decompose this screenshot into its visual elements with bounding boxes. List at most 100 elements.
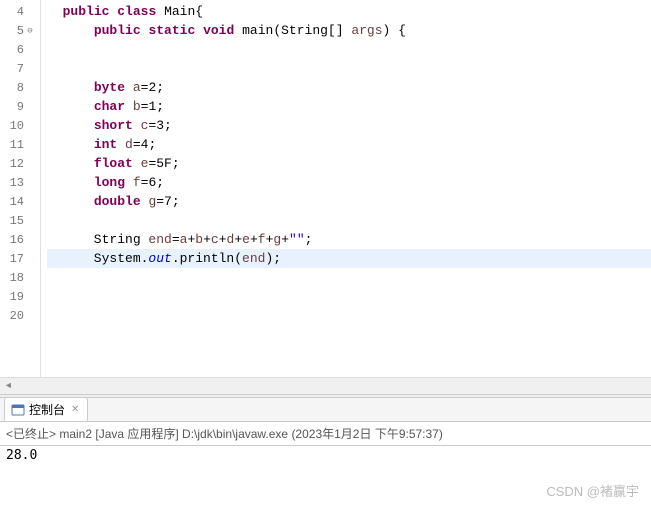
token: byte: [94, 80, 125, 95]
code-line[interactable]: [47, 211, 651, 230]
token: +: [234, 232, 242, 247]
token: [47, 80, 94, 95]
line-number: 17: [2, 252, 24, 266]
line-number: 14: [2, 195, 24, 209]
token: public: [94, 23, 141, 38]
console-icon: [11, 403, 25, 417]
line-number: 7: [2, 62, 24, 76]
token: [125, 99, 133, 114]
gutter-row: 10: [0, 116, 40, 135]
token: .println(: [172, 251, 242, 266]
token: int: [94, 137, 117, 152]
token: =2;: [141, 80, 164, 95]
token: ;: [305, 232, 313, 247]
token: +: [219, 232, 227, 247]
token: end: [148, 232, 171, 247]
token: [133, 118, 141, 133]
token: static: [148, 23, 195, 38]
console-tab[interactable]: 控制台 ✕: [4, 397, 88, 421]
console-tabs: 控制台 ✕: [0, 398, 651, 422]
gutter-row: 13: [0, 173, 40, 192]
line-number: 16: [2, 233, 24, 247]
line-number: 5: [2, 24, 24, 38]
token: ) {: [383, 23, 406, 38]
line-number: 10: [2, 119, 24, 133]
code-line[interactable]: float e=5F;: [47, 154, 651, 173]
code-line[interactable]: byte a=2;: [47, 78, 651, 97]
code-line[interactable]: public class Main{: [47, 2, 651, 21]
token: System.: [47, 251, 148, 266]
line-number: 20: [2, 309, 24, 323]
gutter-row: 7: [0, 59, 40, 78]
fold-icon[interactable]: ⊖: [24, 26, 36, 36]
token: void: [203, 23, 234, 38]
horizontal-scrollbar[interactable]: ◄: [0, 377, 651, 394]
token: args: [351, 23, 382, 38]
close-icon[interactable]: ✕: [71, 404, 79, 415]
token: =3;: [148, 118, 171, 133]
code-line[interactable]: short c=3;: [47, 116, 651, 135]
token: e: [242, 232, 250, 247]
console-pane: 控制台 ✕ <已终止> main2 [Java 应用程序] D:\jdk\bin…: [0, 398, 651, 506]
code-line[interactable]: String end=a+b+c+d+e+f+g+"";: [47, 230, 651, 249]
gutter-row: 11: [0, 135, 40, 154]
line-number: 15: [2, 214, 24, 228]
token: Main: [164, 4, 195, 19]
console-output[interactable]: 28.0: [0, 446, 651, 506]
code-area[interactable]: public class Main{ public static void ma…: [41, 0, 651, 377]
gutter-row: 12: [0, 154, 40, 173]
token: [125, 80, 133, 95]
token: +: [250, 232, 258, 247]
code-line[interactable]: char b=1;: [47, 97, 651, 116]
token: a: [133, 80, 141, 95]
gutter-row: 18: [0, 268, 40, 287]
code-line[interactable]: [47, 40, 651, 59]
token: [133, 156, 141, 171]
token: (String[]: [273, 23, 351, 38]
scroll-left-icon[interactable]: ◄: [0, 378, 17, 395]
token: [47, 4, 63, 19]
line-number: 6: [2, 43, 24, 57]
token: =: [172, 232, 180, 247]
token: [234, 23, 242, 38]
gutter-row: 5⊖: [0, 21, 40, 40]
token: );: [265, 251, 281, 266]
gutter: 45⊖67891011121314151617181920: [0, 0, 41, 377]
token: [47, 156, 94, 171]
gutter-row: 4: [0, 2, 40, 21]
code-line[interactable]: [47, 287, 651, 306]
token: =6;: [141, 175, 164, 190]
console-status: <已终止> main2 [Java 应用程序] D:\jdk\bin\javaw…: [0, 422, 651, 446]
code-line[interactable]: [47, 59, 651, 78]
code-line[interactable]: System.out.println(end);: [47, 249, 651, 268]
console-tab-label: 控制台: [29, 401, 65, 418]
token: public: [63, 4, 110, 19]
token: c: [211, 232, 219, 247]
code-line[interactable]: int d=4;: [47, 135, 651, 154]
gutter-row: 15: [0, 211, 40, 230]
token: d: [125, 137, 133, 152]
token: =4;: [133, 137, 156, 152]
gutter-row: 20: [0, 306, 40, 325]
token: float: [94, 156, 133, 171]
token: [47, 23, 94, 38]
line-number: 8: [2, 81, 24, 95]
gutter-row: 19: [0, 287, 40, 306]
token: out: [148, 251, 171, 266]
token: String: [47, 232, 148, 247]
line-number: 18: [2, 271, 24, 285]
line-number: 12: [2, 157, 24, 171]
line-number: 9: [2, 100, 24, 114]
token: char: [94, 99, 125, 114]
token: end: [242, 251, 265, 266]
gutter-row: 8: [0, 78, 40, 97]
code-line[interactable]: [47, 306, 651, 325]
code-line[interactable]: [47, 268, 651, 287]
token: =1;: [141, 99, 164, 114]
code-line[interactable]: public static void main(String[] args) {: [47, 21, 651, 40]
code-line[interactable]: long f=6;: [47, 173, 651, 192]
token: +: [203, 232, 211, 247]
code-line[interactable]: double g=7;: [47, 192, 651, 211]
token: =7;: [156, 194, 179, 209]
token: f: [258, 232, 266, 247]
